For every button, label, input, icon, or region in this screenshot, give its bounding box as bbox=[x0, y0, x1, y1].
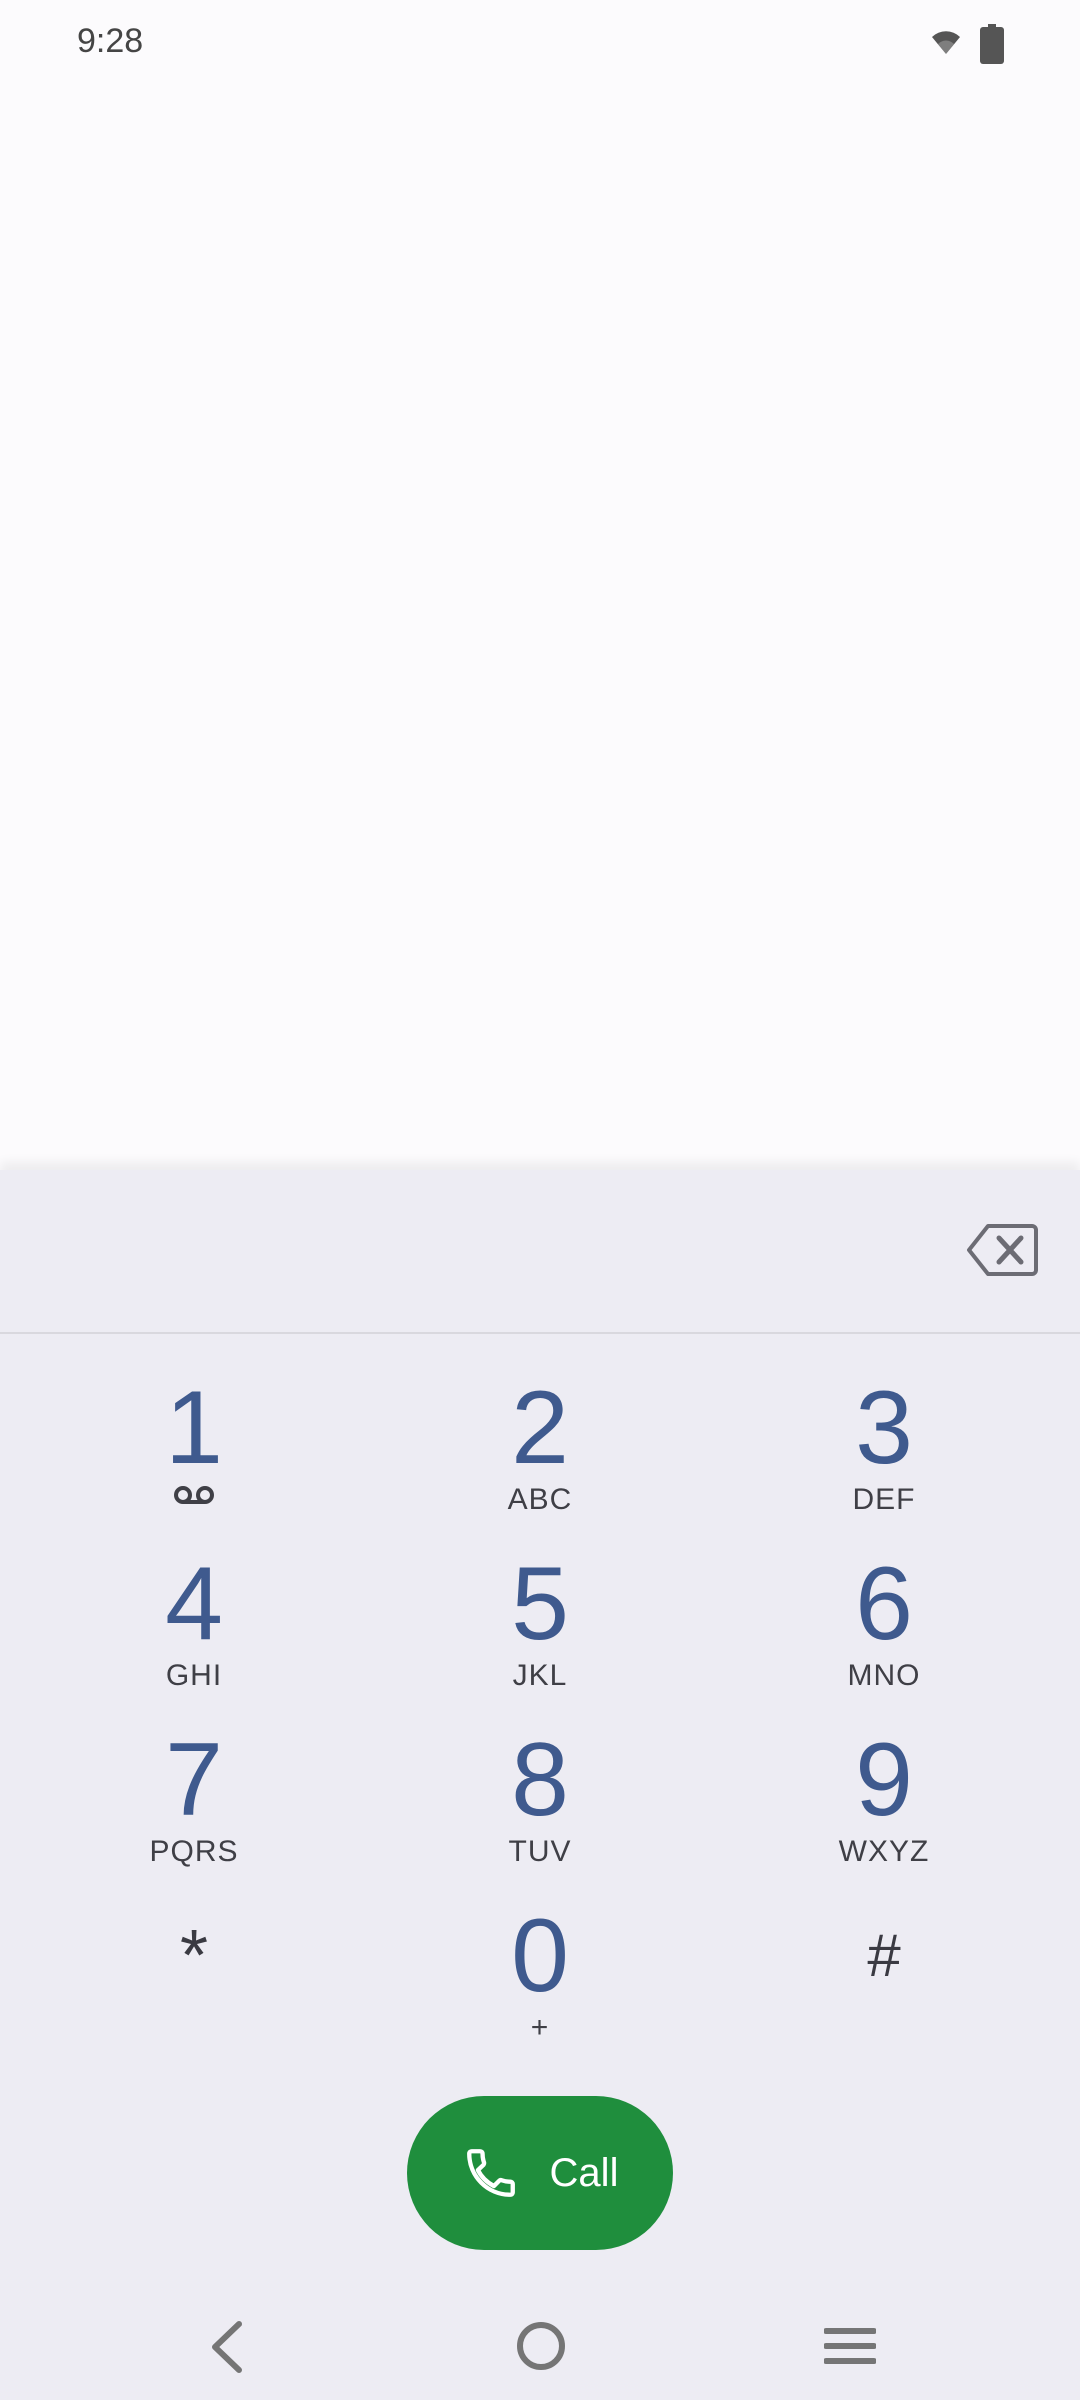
key-letters: ABC bbox=[507, 1483, 573, 1516]
key-3[interactable]: 3 DEF bbox=[754, 1362, 1014, 1522]
key-9[interactable]: 9 WXYZ bbox=[754, 1714, 1014, 1874]
key-digit: 3 bbox=[855, 1370, 913, 1486]
key-star[interactable]: * bbox=[64, 1890, 324, 2050]
key-digit: 9 bbox=[855, 1722, 913, 1838]
key-2[interactable]: 2 ABC bbox=[410, 1362, 670, 1522]
call-button[interactable]: Call bbox=[407, 2096, 673, 2250]
key-letters: + bbox=[530, 2011, 550, 2044]
key-digit: 1 bbox=[165, 1370, 223, 1486]
phone-icon bbox=[466, 2149, 515, 2197]
key-letters: JKL bbox=[512, 1659, 568, 1692]
call-label: Call bbox=[549, 2150, 619, 2195]
key-digit: 2 bbox=[511, 1370, 569, 1486]
status-bar: 9:28 bbox=[0, 0, 1080, 90]
key-letters: GHI bbox=[165, 1659, 223, 1692]
key-letters: DEF bbox=[852, 1483, 916, 1516]
key-digit: 4 bbox=[165, 1546, 223, 1662]
key-digit: # bbox=[867, 1922, 901, 1989]
key-8[interactable]: 8 TUV bbox=[410, 1714, 670, 1874]
key-1[interactable]: 1 bbox=[64, 1362, 324, 1522]
key-digit: 8 bbox=[511, 1722, 569, 1838]
key-0[interactable]: 0 + bbox=[410, 1890, 670, 2050]
backspace-icon[interactable] bbox=[966, 1222, 1038, 1278]
key-digit: * bbox=[179, 1916, 209, 1996]
key-letters: TUV bbox=[508, 1835, 572, 1868]
key-letters: PQRS bbox=[149, 1835, 239, 1868]
battery-icon bbox=[980, 24, 1004, 64]
key-6[interactable]: 6 MNO bbox=[754, 1538, 1014, 1698]
dialed-digits-field[interactable] bbox=[40, 1210, 920, 1290]
home-icon[interactable] bbox=[515, 2320, 567, 2372]
key-5[interactable]: 5 JKL bbox=[410, 1538, 670, 1698]
navigation-bar bbox=[0, 2290, 1080, 2400]
dialer-content-area bbox=[0, 90, 1080, 1158]
key-digit: 0 bbox=[511, 1898, 569, 2014]
key-digit: 6 bbox=[855, 1546, 913, 1662]
status-time: 9:28 bbox=[77, 22, 144, 60]
digits-row bbox=[0, 1170, 1080, 1334]
key-pound[interactable]: # bbox=[754, 1890, 1014, 2050]
key-digit: 5 bbox=[511, 1546, 569, 1662]
back-icon[interactable] bbox=[205, 2320, 249, 2374]
key-digit: 7 bbox=[165, 1722, 223, 1838]
key-letters: MNO bbox=[847, 1659, 921, 1692]
voicemail-icon bbox=[174, 1486, 214, 1504]
recents-icon[interactable] bbox=[824, 2326, 876, 2366]
key-letters: WXYZ bbox=[838, 1835, 930, 1868]
key-7[interactable]: 7 PQRS bbox=[64, 1714, 324, 1874]
wifi-icon bbox=[932, 31, 960, 54]
phone-dialer-screen: 9:28 1 2 ABC 3 DEF 4 GHI 5 JKL 6 MNO 7 P… bbox=[0, 0, 1080, 2400]
key-4[interactable]: 4 GHI bbox=[64, 1538, 324, 1698]
